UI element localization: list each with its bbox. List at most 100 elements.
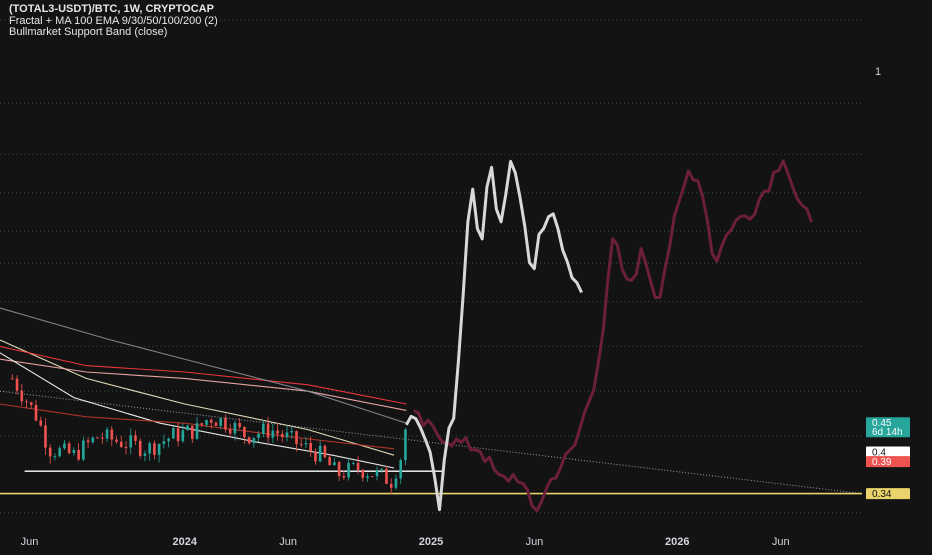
candle-body (105, 429, 109, 439)
candle-body (366, 476, 369, 478)
candle-body (53, 456, 57, 458)
candle-body (148, 443, 151, 454)
candle-body (96, 437, 99, 439)
candle-body (176, 428, 180, 442)
candle-body (115, 439, 118, 442)
candle-body (333, 462, 336, 466)
candle-body (342, 475, 346, 478)
candle-body (15, 378, 19, 391)
candle-body (58, 448, 61, 457)
candle-body (276, 430, 279, 434)
candle-body (352, 462, 355, 464)
candle-body (380, 468, 384, 470)
candle-body (34, 404, 38, 421)
trendline (0, 390, 863, 495)
candle-body (347, 462, 350, 478)
chart-legend: (TOTAL3-USDT)/BTC, 1W, CRYPTOCAP Fractal… (9, 3, 218, 39)
axis-tick-label: 1 (875, 66, 881, 78)
candle-body (138, 440, 142, 456)
candle-body (243, 426, 246, 438)
fractal-past-line (405, 159, 583, 512)
price-label-text: 0.34 (872, 489, 892, 500)
candle-body (44, 425, 47, 448)
candle-body (101, 437, 104, 439)
candle-body (186, 425, 189, 431)
candle-body (356, 462, 360, 470)
candle-body (238, 422, 241, 427)
x-axis-tick-label: Jun (21, 536, 39, 548)
candle-body (25, 401, 28, 403)
candle-body (162, 441, 166, 445)
x-axis-tick-label: 2026 (665, 536, 689, 548)
candle-body (200, 423, 204, 425)
x-axis-tick-label: 2025 (419, 536, 443, 548)
candle-body (11, 378, 14, 380)
candle-body (394, 478, 398, 488)
candle-body (39, 420, 43, 426)
candle-body (247, 437, 251, 444)
candle-body (271, 430, 275, 438)
candle-body (389, 483, 393, 488)
candle-body (228, 429, 232, 434)
candle-body (172, 428, 175, 439)
price-label-countdown: 6d 14h (872, 427, 903, 438)
candle-body (110, 429, 114, 440)
candle-body (295, 431, 298, 445)
candle-body (77, 449, 80, 460)
x-axis-tick-label: Jun (279, 536, 297, 548)
candle-body (375, 469, 379, 477)
x-axis-tick-label: Jun (526, 536, 544, 548)
candle-body (134, 435, 137, 441)
candle-body (214, 422, 218, 426)
fractal-future-line (413, 159, 814, 513)
x-axis-tick-label: Jun (772, 536, 790, 548)
candle-body (119, 441, 123, 447)
candle-body (167, 438, 170, 442)
price-label-text: 0.39 (872, 457, 892, 468)
candle-body (337, 462, 341, 476)
candle-body (290, 431, 294, 433)
moving-average-line (0, 345, 407, 405)
chart[interactable]: 1 0.45 6d 14h 0.4 0.39 0.34 Jun 2024 Jun 2025 Jun 2… (0, 0, 932, 550)
moving-average-line (0, 307, 407, 424)
candle-body (323, 445, 327, 458)
candle-body (209, 419, 213, 423)
candle-body (82, 440, 85, 460)
candle-body (129, 435, 133, 448)
candle-body (318, 445, 322, 462)
candle-body (190, 425, 194, 439)
candle-body (328, 457, 331, 466)
candle-body (304, 443, 308, 445)
candle-body (385, 468, 388, 484)
candle-body (205, 419, 208, 425)
candle-body (29, 402, 33, 405)
candle-body (86, 440, 90, 443)
candle-body (361, 469, 365, 478)
candle-body (63, 443, 66, 449)
symbol-title[interactable]: (TOTAL3-USDT)/BTC, 1W, CRYPTOCAP (9, 3, 218, 16)
candle-body (257, 433, 260, 438)
candle-body (399, 460, 402, 479)
candle-body (153, 443, 156, 455)
candle-body (404, 429, 407, 461)
candle-body (224, 418, 227, 430)
candle-body (262, 423, 265, 434)
candle-body (48, 447, 52, 457)
candle-body (195, 423, 199, 439)
candle-body (280, 433, 284, 438)
candle-body (20, 390, 24, 402)
candle-body (370, 476, 374, 478)
x-axis-tick-label: 2024 (172, 536, 197, 548)
candle-body (72, 449, 76, 454)
candle-body (219, 418, 223, 426)
indicator-bmsb-label[interactable]: Bullmarket Support Band (close) (9, 26, 218, 39)
candle-body (143, 453, 147, 456)
candle-body (299, 444, 303, 446)
candle-body (67, 443, 71, 454)
candle-body (266, 423, 270, 438)
chart-canvas[interactable]: 10.456d 14h0.40.390.34Jun 2024 Jun 2025 Jun 2… (0, 0, 932, 550)
candle-body (181, 430, 185, 442)
candle-body (314, 451, 317, 462)
candle-body (91, 437, 95, 443)
candle-body (309, 443, 312, 452)
